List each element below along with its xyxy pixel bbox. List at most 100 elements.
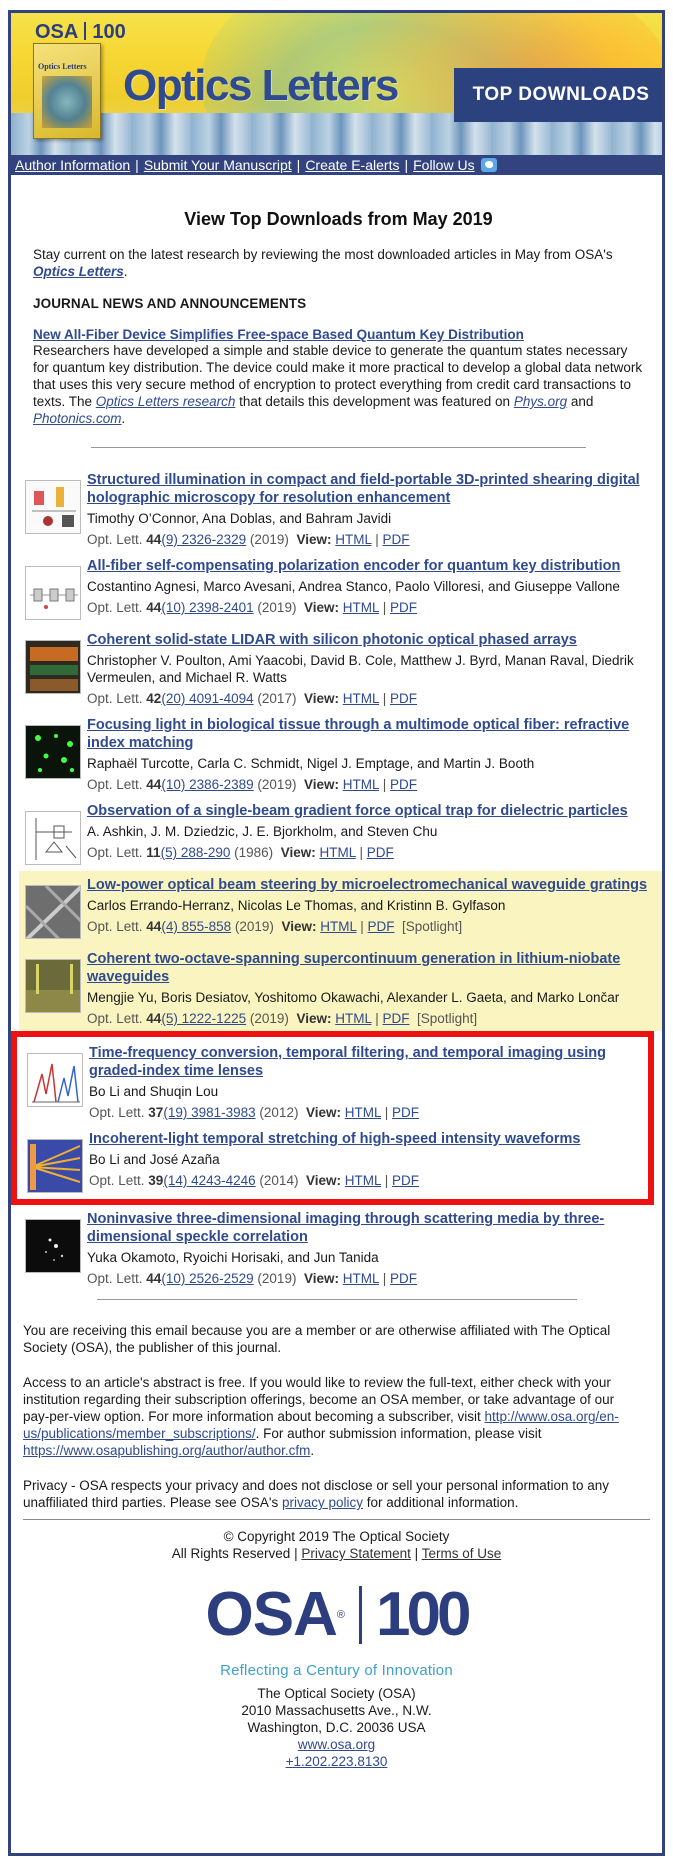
access-note: Access to an article's abstract is free.…: [23, 1375, 619, 1458]
html-link[interactable]: HTML: [343, 691, 379, 706]
article-title-link[interactable]: Focusing light in biological tissue thro…: [87, 716, 654, 752]
nav-author-information[interactable]: Author Information: [15, 157, 130, 173]
html-link[interactable]: HTML: [343, 600, 379, 615]
html-link[interactable]: HTML: [319, 845, 355, 860]
twitter-icon[interactable]: [480, 158, 497, 172]
article-thumbnail[interactable]: [25, 566, 81, 620]
website-link[interactable]: www.osa.org: [298, 1737, 375, 1752]
copyright-block: © Copyright 2019 The Optical Society All…: [11, 1528, 662, 1562]
highlight-box: Time-frequency conversion, temporal filt…: [11, 1031, 654, 1205]
pdf-link[interactable]: PDF: [383, 532, 410, 547]
page-title: View Top Downloads from May 2019: [184, 209, 493, 229]
news-heading: JOURNAL NEWS AND ANNOUNCEMENTS: [33, 296, 307, 311]
article-title-link[interactable]: Observation of a single-beam gradient fo…: [87, 802, 654, 820]
cover-picture: [42, 76, 92, 128]
html-link[interactable]: HTML: [335, 532, 371, 547]
nav-submit-manuscript[interactable]: Submit Your Manuscript: [144, 157, 292, 173]
photonics-link[interactable]: Photonics.com: [33, 411, 122, 426]
citation-link[interactable]: (5) 1222-1225: [161, 1011, 246, 1026]
pdf-link[interactable]: PDF: [383, 1011, 410, 1026]
pdf-link[interactable]: PDF: [368, 919, 395, 934]
html-link[interactable]: HTML: [335, 1011, 371, 1026]
article-title-link[interactable]: Time-frequency conversion, temporal filt…: [89, 1044, 640, 1080]
research-link[interactable]: Optics Letters research: [96, 394, 236, 409]
nav-follow-us[interactable]: Follow Us: [413, 157, 474, 173]
email-frame: OSA 100 Optics Letters Optics Letters TOP…: [8, 10, 665, 1856]
article-citation: Opt. Lett. 42(20) 4091-4094 (2017) View:…: [87, 691, 418, 706]
article-thumbnail[interactable]: [25, 885, 81, 939]
nav-create-ealerts[interactable]: Create E-alerts: [305, 157, 399, 173]
article-item: Noninvasive three-dimensional imaging th…: [19, 1205, 662, 1291]
article-title-link[interactable]: Coherent two-octave-spanning supercontin…: [87, 950, 654, 986]
article-thumbnail[interactable]: [27, 1053, 83, 1107]
citation-link[interactable]: (14) 4243-4246: [163, 1173, 255, 1188]
phone-link[interactable]: +1.202.223.8130: [286, 1754, 388, 1769]
privacy-note: Privacy - OSA respects your privacy and …: [23, 1478, 610, 1510]
logo-100: 100: [376, 1580, 471, 1649]
article-thumbnail[interactable]: [25, 725, 81, 779]
article-authors: Bo Li and Shuqin Lou: [89, 1084, 219, 1099]
citation-link[interactable]: (19) 3981-3983: [163, 1105, 255, 1120]
article-item: Incoherent-light temporal stretching of …: [21, 1125, 648, 1199]
article-thumbnail[interactable]: [25, 480, 81, 534]
top-downloads-tag: TOP DOWNLOADS: [454, 68, 662, 122]
html-link[interactable]: HTML: [345, 1173, 381, 1188]
article-thumbnail[interactable]: [25, 811, 81, 865]
article-citation: Opt. Lett. 44(5) 1222-1225 (2019) View: …: [87, 1011, 478, 1026]
html-link[interactable]: HTML: [345, 1105, 381, 1120]
citation-link[interactable]: (10) 2526-2529: [161, 1271, 253, 1286]
pdf-link[interactable]: PDF: [367, 845, 394, 860]
html-link[interactable]: HTML: [343, 777, 379, 792]
article-citation: Opt. Lett. 44(9) 2326-2329 (2019) View: …: [87, 532, 410, 547]
copyright-text: © Copyright 2019 The Optical Society: [223, 1529, 450, 1544]
physorg-link[interactable]: Phys.org: [514, 394, 567, 409]
nav-separator: |: [296, 157, 301, 173]
article-item: All-fiber self-compensating polarization…: [19, 552, 662, 626]
news-title-link[interactable]: New All-Fiber Device Simplifies Free-spa…: [33, 327, 644, 342]
article-thumbnail[interactable]: [25, 959, 81, 1013]
article-title-link[interactable]: Noninvasive three-dimensional imaging th…: [87, 1210, 654, 1246]
article-citation: Opt. Lett. 44(4) 855-858 (2019) View: HT…: [87, 919, 463, 934]
citation-link[interactable]: (9) 2326-2329: [161, 532, 246, 547]
privacy-policy-link[interactable]: privacy policy: [282, 1495, 363, 1510]
pdf-link[interactable]: PDF: [392, 1105, 419, 1120]
citation-link[interactable]: (10) 2398-2401: [161, 600, 253, 615]
citation-link[interactable]: (20) 4091-4094: [161, 691, 253, 706]
article-item: Time-frequency conversion, temporal filt…: [21, 1039, 648, 1125]
pdf-link[interactable]: PDF: [392, 1173, 419, 1188]
pdf-link[interactable]: PDF: [390, 600, 417, 615]
html-link[interactable]: HTML: [343, 1271, 379, 1286]
article-thumbnail[interactable]: [25, 640, 81, 694]
citation-link[interactable]: (10) 2386-2389: [161, 777, 253, 792]
journal-title: Optics Letters: [123, 61, 399, 110]
article-title-link[interactable]: Incoherent-light temporal stretching of …: [89, 1130, 640, 1148]
citation-link[interactable]: (5) 288-290: [161, 845, 231, 860]
article-title-link[interactable]: Low-power optical beam steering by micro…: [87, 876, 654, 894]
journal-link[interactable]: Optics Letters: [33, 264, 124, 279]
divider: [96, 1299, 577, 1300]
logo-separator: [359, 1586, 362, 1644]
article-item: Observation of a single-beam gradient fo…: [19, 797, 662, 871]
pdf-link[interactable]: PDF: [390, 691, 417, 706]
divider: [23, 1519, 650, 1520]
article-title-link[interactable]: Structured illumination in compact and f…: [87, 471, 654, 507]
logo-osa: OSA: [205, 1580, 338, 1649]
citation-link[interactable]: (4) 855-858: [161, 919, 231, 934]
article-authors: Carlos Errando-Herranz, Nicolas Le Thoma…: [87, 898, 506, 913]
pdf-link[interactable]: PDF: [390, 777, 417, 792]
article-item: Structured illumination in compact and f…: [19, 466, 662, 552]
nav-separator: |: [135, 157, 139, 173]
article-thumbnail[interactable]: [27, 1139, 83, 1193]
pdf-link[interactable]: PDF: [390, 1271, 417, 1286]
article-citation: Opt. Lett. 11(5) 288-290 (1986) View: HT…: [87, 845, 394, 860]
article-thumbnail[interactable]: [25, 1219, 81, 1273]
html-link[interactable]: HTML: [320, 919, 356, 934]
spotlight-badge: [Spotlight]: [402, 919, 463, 934]
article-title-link[interactable]: Coherent solid-state LIDAR with silicon …: [87, 631, 654, 649]
article-authors: Raphaël Turcotte, Carla C. Schmidt, Nige…: [87, 756, 535, 771]
article-title-link[interactable]: All-fiber self-compensating polarization…: [87, 557, 654, 575]
privacy-statement-link[interactable]: Privacy Statement: [301, 1546, 411, 1561]
member-note: You are receiving this email because you…: [23, 1323, 611, 1355]
author-submission-link[interactable]: https://www.osapublishing.org/author/aut…: [23, 1443, 310, 1458]
terms-of-use-link[interactable]: Terms of Use: [422, 1546, 502, 1561]
